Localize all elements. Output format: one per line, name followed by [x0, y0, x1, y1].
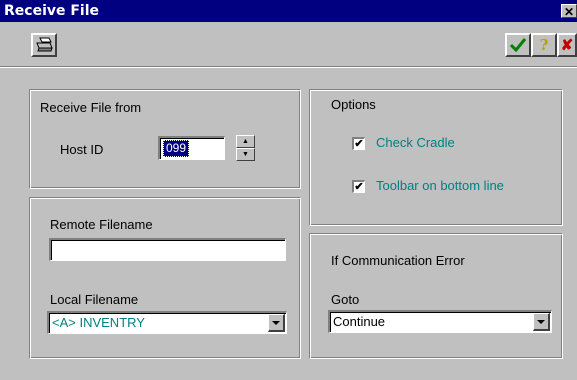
local-filename-select[interactable]: <A> INVENTRY [47, 311, 287, 334]
receive-file-dialog: Receive File ✕ ? ✘ Receive File from Hos… [0, 0, 577, 380]
toolbar-divider-highlight [0, 67, 577, 68]
check-cradle-checkbox[interactable]: ✔ [352, 137, 365, 150]
help-button[interactable]: ? [531, 33, 557, 57]
help-question-icon: ? [539, 36, 549, 54]
receive-from-label: Receive File from [40, 100, 142, 115]
comm-error-group: If Communication Error Goto Continue [309, 233, 563, 359]
ok-button[interactable] [505, 33, 531, 57]
host-id-spinner[interactable]: ▲ ▼ [236, 135, 255, 161]
ok-check-icon [509, 38, 527, 53]
check-cradle-label[interactable]: Check Cradle [376, 135, 455, 150]
host-id-value: 099 [163, 140, 190, 157]
toolbar-bottom-label[interactable]: Toolbar on bottom line [376, 178, 504, 193]
toolbar: ? ✘ [0, 22, 577, 68]
local-filename-label: Local Filename [50, 292, 139, 307]
chevron-down-icon [537, 319, 545, 324]
remote-filename-input[interactable] [49, 238, 286, 261]
cancel-x-icon: ✘ [560, 37, 574, 54]
goto-label: Goto [331, 292, 360, 307]
comm-error-label: If Communication Error [331, 253, 465, 268]
window-title: Receive File [4, 3, 100, 19]
spin-down-button[interactable]: ▼ [236, 148, 255, 161]
toolbar-bottom-checkbox[interactable]: ✔ [352, 180, 365, 193]
receive-from-group: Receive File from Host ID 099 ▲ ▼ [29, 89, 301, 189]
remote-filename-label: Remote Filename [50, 217, 153, 232]
options-group: Options ✔ Check Cradle ✔ Toolbar on bott… [309, 89, 563, 226]
printer-icon [36, 37, 53, 52]
title-bar[interactable]: Receive File ✕ [0, 0, 577, 22]
cancel-button[interactable]: ✘ [557, 33, 577, 57]
chevron-down-icon [272, 320, 280, 325]
host-id-label: Host ID [60, 142, 104, 157]
host-id-input[interactable]: 099 [158, 136, 225, 160]
goto-value: Continue [333, 314, 386, 329]
filenames-group: Remote Filename Local Filename <A> INVEN… [29, 197, 301, 359]
spin-up-button[interactable]: ▲ [236, 135, 255, 148]
options-label: Options [331, 97, 376, 112]
local-filename-dropdown-button[interactable] [268, 314, 285, 332]
goto-select[interactable]: Continue [328, 310, 552, 333]
goto-dropdown-button[interactable] [533, 313, 550, 331]
print-button[interactable] [31, 33, 57, 57]
local-filename-value: <A> INVENTRY [52, 315, 145, 330]
close-button[interactable]: ✕ [561, 4, 577, 19]
